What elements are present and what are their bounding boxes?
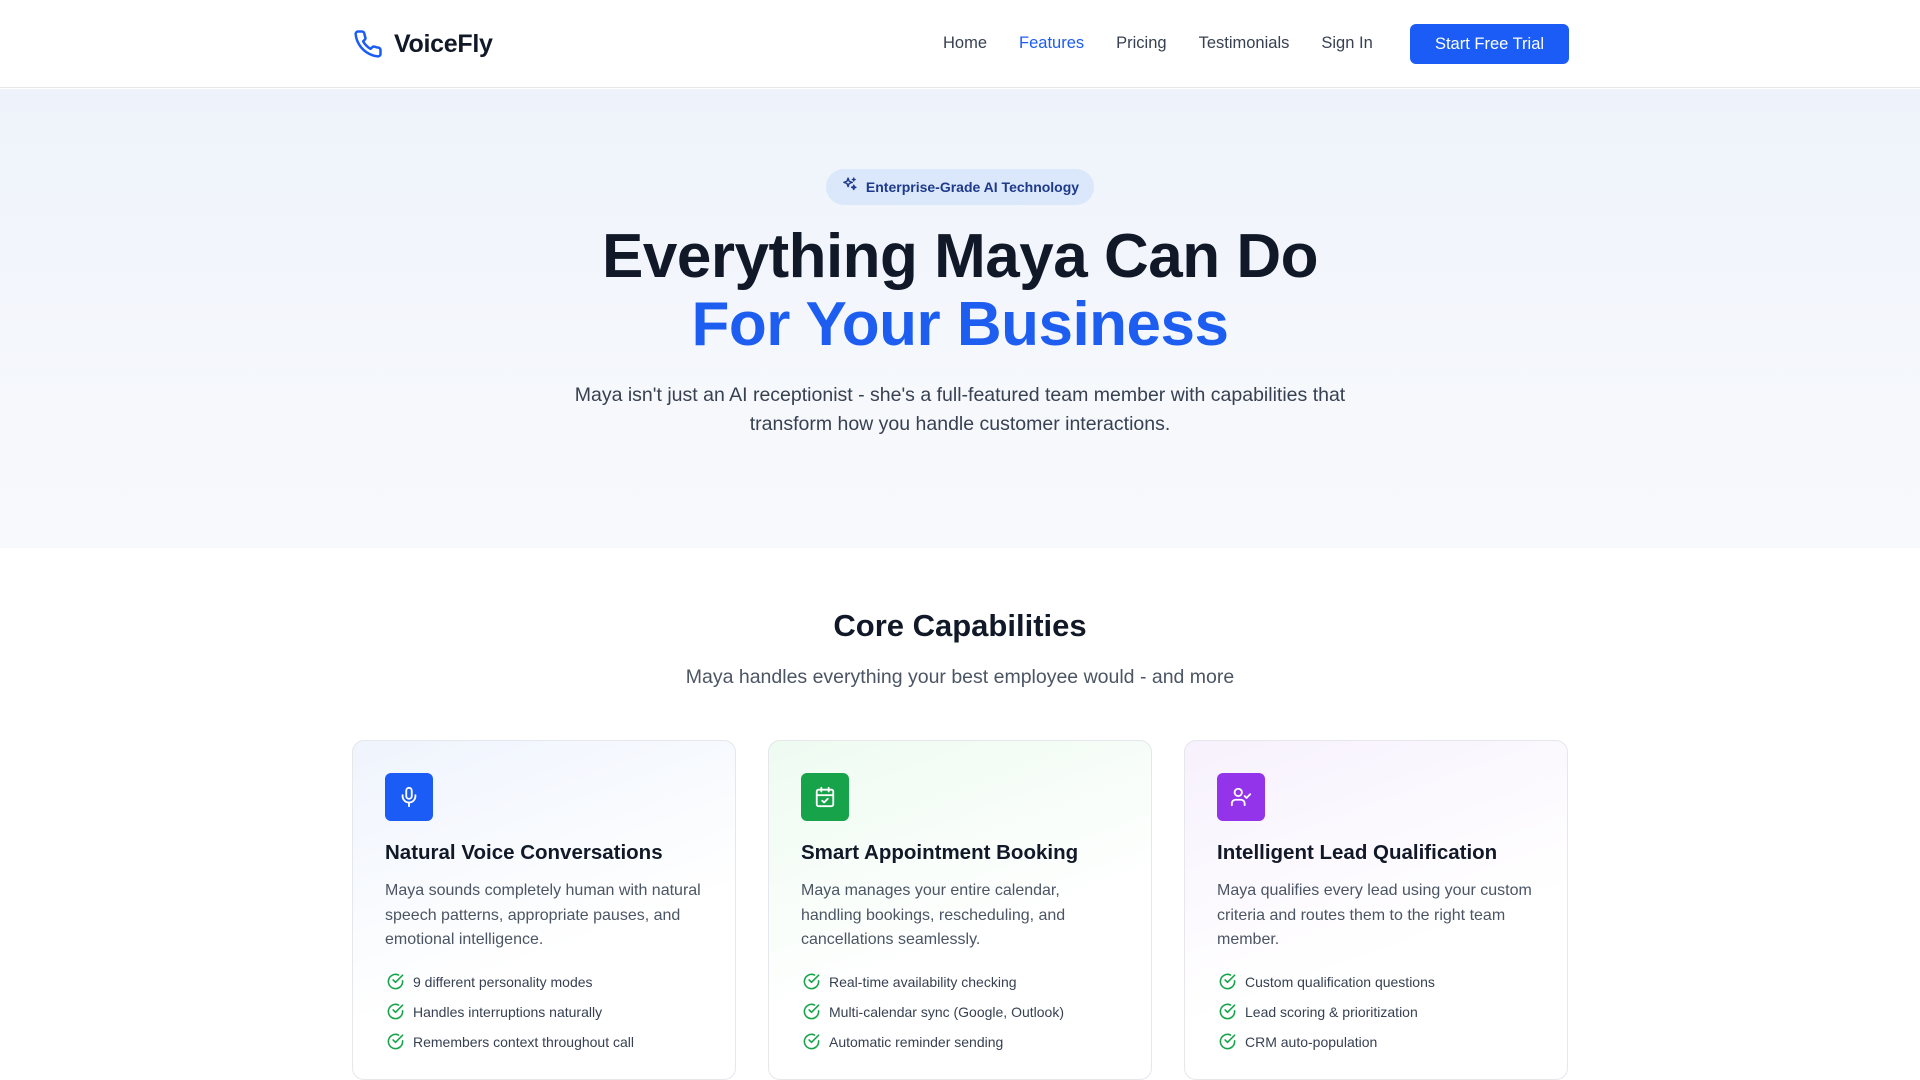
- check-circle-icon: [801, 1032, 821, 1052]
- nav-features[interactable]: Features: [1019, 30, 1084, 56]
- card-description: Maya qualifies every lead using your cus…: [1217, 882, 1532, 948]
- list-item: Remembers context throughout call: [385, 1027, 703, 1057]
- feature-list: 9 different personality modes Handles in…: [385, 967, 703, 1057]
- section-subtitle: Maya handles everything your best employ…: [685, 666, 1235, 688]
- list-item-label: Real-time availability checking: [829, 973, 1017, 990]
- check-circle-icon: [385, 972, 405, 992]
- hero-subtitle: Maya isn't just an AI receptionist - she…: [574, 384, 1346, 435]
- card-description: Maya sounds completely human with natura…: [385, 882, 701, 948]
- feature-card-voice: Natural Voice Conversations Maya sounds …: [352, 740, 736, 1080]
- hero-title: Everything Maya Can Do: [602, 222, 1318, 291]
- list-item: Multi-calendar sync (Google, Outlook): [801, 997, 1119, 1027]
- check-circle-icon: [1217, 972, 1237, 992]
- hero-title-highlight: For Your Business: [691, 290, 1230, 359]
- start-free-trial-button[interactable]: Start Free Trial: [1410, 24, 1569, 64]
- feature-list: Custom qualification questions Lead scor…: [1217, 967, 1535, 1057]
- site-header: VoiceFly Home Features Pricing Testimoni…: [0, 0, 1920, 88]
- microphone-icon: [385, 773, 433, 821]
- list-item-label: Multi-calendar sync (Google, Outlook): [829, 1003, 1064, 1020]
- list-item-label: Automatic reminder sending: [829, 1033, 1004, 1050]
- nav-home[interactable]: Home: [943, 30, 987, 56]
- list-item-label: Lead scoring & prioritization: [1245, 1003, 1418, 1020]
- feature-card-lead-qualification: Intelligent Lead Qualification Maya qual…: [1184, 740, 1568, 1080]
- nav-sign-in[interactable]: Sign In: [1321, 30, 1372, 56]
- check-circle-icon: [1217, 1002, 1237, 1022]
- list-item-label: Custom qualification questions: [1245, 973, 1435, 990]
- list-item: Custom qualification questions: [1217, 967, 1535, 997]
- feature-list: Real-time availability checking Multi-ca…: [801, 967, 1119, 1057]
- list-item: Lead scoring & prioritization: [1217, 997, 1535, 1027]
- nav-pricing[interactable]: Pricing: [1116, 30, 1166, 56]
- hero-section: Enterprise-Grade AI Technology Everythin…: [0, 89, 1920, 548]
- check-circle-icon: [385, 1032, 405, 1052]
- calendar-check-icon: [801, 773, 849, 821]
- main-nav: Home Features Pricing Testimonials Sign …: [943, 30, 1405, 56]
- nav-testimonials[interactable]: Testimonials: [1199, 30, 1290, 56]
- list-item: Handles interruptions naturally: [385, 997, 703, 1027]
- check-circle-icon: [801, 972, 821, 992]
- brand-logo[interactable]: VoiceFly: [352, 26, 493, 62]
- user-check-icon: [1217, 773, 1265, 821]
- phone-icon: [352, 28, 384, 60]
- list-item: CRM auto-population: [1217, 1027, 1535, 1057]
- hero-badge-label: Enterprise-Grade AI Technology: [865, 179, 1080, 195]
- list-item-label: Handles interruptions naturally: [413, 1003, 603, 1020]
- list-item: 9 different personality modes: [385, 967, 703, 997]
- brand-name: VoiceFly: [394, 29, 493, 58]
- card-title: Intelligent Lead Qualification: [1217, 841, 1498, 864]
- check-circle-icon: [385, 1002, 405, 1022]
- card-title: Smart Appointment Booking: [801, 841, 1079, 864]
- list-item: Automatic reminder sending: [801, 1027, 1119, 1057]
- list-item: Real-time availability checking: [801, 967, 1119, 997]
- hero-badge: Enterprise-Grade AI Technology: [826, 169, 1094, 205]
- check-circle-icon: [801, 1002, 821, 1022]
- list-item-label: Remembers context throughout call: [413, 1033, 634, 1050]
- card-title: Natural Voice Conversations: [385, 841, 663, 864]
- list-item-label: 9 different personality modes: [413, 973, 593, 990]
- sparkles-icon: [841, 176, 858, 198]
- check-circle-icon: [1217, 1032, 1237, 1052]
- list-item-label: CRM auto-population: [1245, 1033, 1378, 1050]
- feature-card-booking: Smart Appointment Booking Maya manages y…: [768, 740, 1152, 1080]
- section-title: Core Capabilities: [833, 608, 1087, 643]
- card-description: Maya manages your entire calendar, handl…: [801, 882, 1066, 948]
